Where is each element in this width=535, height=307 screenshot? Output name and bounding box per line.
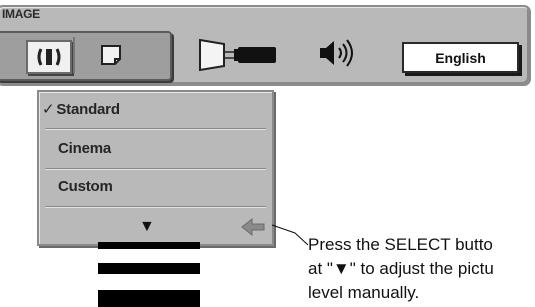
option-standard[interactable]: ✓ Standard [42, 100, 120, 118]
icon-divider [73, 37, 75, 73]
down-arrow-icon[interactable]: ▼ [139, 218, 155, 236]
callout-text: Press the SELECT butto at "▼" to adjust … [308, 233, 535, 305]
level-bar [98, 290, 200, 307]
callout-line-2: at "▼" to adjust the pictu [308, 259, 494, 278]
language-button[interactable]: English [402, 42, 519, 73]
level-bar [98, 263, 200, 274]
option-custom[interactable]: Custom [58, 178, 113, 195]
dropdown-separator [45, 168, 266, 170]
dropdown-separator [45, 206, 266, 208]
back-arrow-icon[interactable] [240, 217, 266, 242]
callout-line-1: Press the SELECT butto [308, 235, 493, 254]
check-icon: ✓ [42, 101, 55, 118]
dropdown-separator [45, 128, 266, 130]
image-mode-group [0, 31, 172, 81]
image-menu-bar: IMAGE English [0, 5, 531, 86]
callout-line-3: level manually. [308, 283, 420, 302]
screen-icon[interactable] [90, 40, 132, 70]
projector-icon[interactable] [198, 36, 278, 72]
image-mode-icon[interactable] [26, 40, 72, 74]
menu-title: IMAGE [2, 7, 40, 21]
image-mode-dropdown: ✓ Standard Cinema Custom ▼ [37, 90, 274, 246]
option-cinema[interactable]: Cinema [58, 140, 111, 157]
level-bar [98, 242, 200, 249]
speaker-icon[interactable] [318, 38, 360, 68]
